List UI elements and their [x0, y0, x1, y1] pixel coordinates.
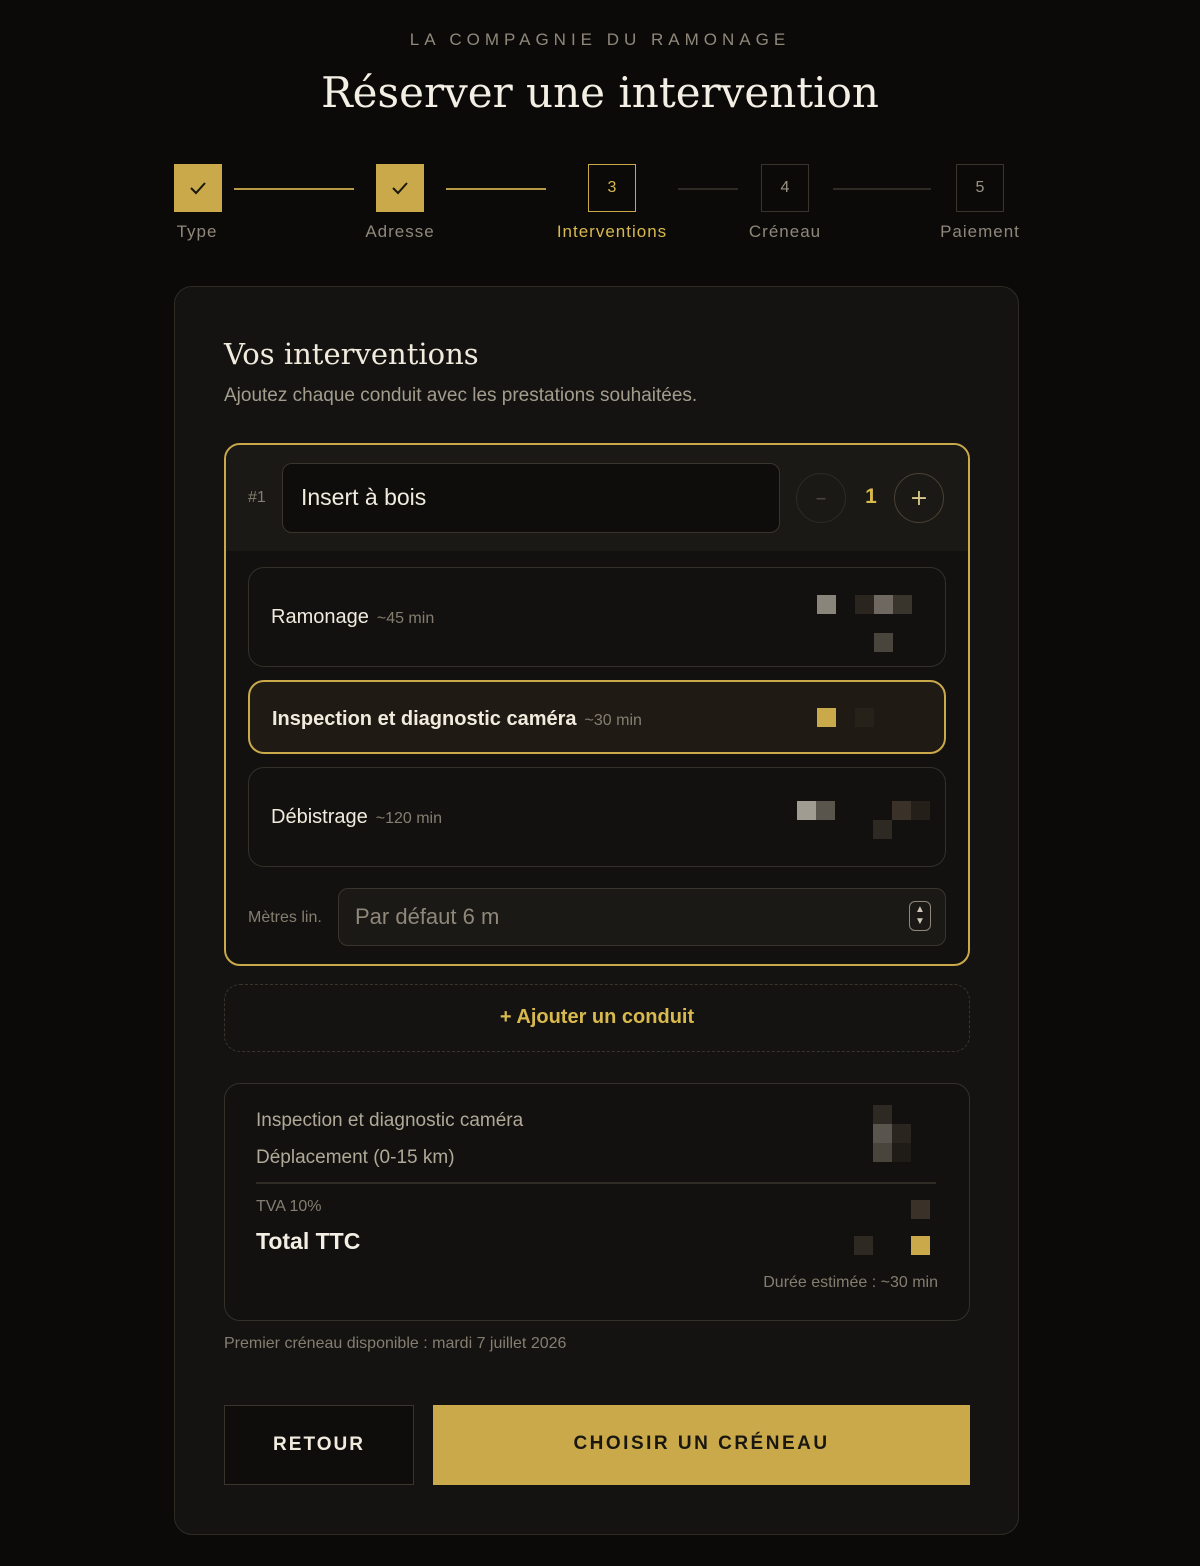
service-duration: ~30 min — [584, 712, 642, 729]
price-redacted-block — [854, 1236, 873, 1255]
price-redacted-block — [816, 801, 835, 820]
check-icon — [392, 182, 408, 195]
step-2-label: Adresse — [365, 222, 435, 241]
step-connector — [678, 188, 738, 190]
service-option-debistrage[interactable]: Débistrage ~120 min — [248, 767, 946, 867]
tva-label: TVA 10% — [256, 1198, 322, 1215]
card-subtitle: Ajoutez chaque conduit avec les prestati… — [224, 385, 698, 406]
check-icon — [190, 182, 206, 195]
service-duration: ~45 min — [376, 610, 435, 627]
total-label: Total TTC — [256, 1228, 361, 1254]
price-redacted-block — [873, 820, 892, 839]
price-redacted-block — [911, 801, 930, 820]
interventions-card: Vos interventions Ajoutez chaque conduit… — [174, 286, 1019, 1535]
service-label: Inspection et diagnostic caméra ~30 min — [272, 708, 642, 731]
step-5-label: Paiement — [940, 222, 1020, 241]
conduit-name-input[interactable]: Insert à bois — [282, 463, 780, 533]
progress-stepper: Type Adresse 3 Interventions 4 Créneau 5… — [0, 164, 1200, 254]
service-option-inspection[interactable]: Inspection et diagnostic caméra ~30 min — [248, 680, 946, 754]
price-redacted-block — [911, 1200, 930, 1219]
service-name: Ramonage — [271, 606, 369, 628]
price-redacted-block — [892, 1143, 911, 1162]
summary-divider — [256, 1182, 936, 1184]
service-name: Débistrage — [271, 806, 368, 828]
price-redacted-block — [893, 595, 912, 614]
step-1-indicator[interactable] — [174, 164, 222, 212]
step-connector — [446, 188, 546, 190]
service-label: Ramonage ~45 min — [271, 606, 434, 629]
metres-placeholder: Par défaut 6 m — [355, 904, 500, 929]
price-summary: Inspection et diagnostic caméra Déplacem… — [224, 1083, 970, 1321]
price-redacted-block — [892, 1124, 911, 1143]
chevron-up-down-icon[interactable]: ▲ ▼ — [909, 901, 931, 931]
card-title: Vos interventions — [224, 337, 479, 371]
service-duration: ~120 min — [375, 810, 442, 827]
first-available-slot: Premier créneau disponible : mardi 7 jui… — [224, 1335, 567, 1352]
back-button[interactable]: RETOUR — [224, 1405, 414, 1485]
price-redacted-block — [892, 801, 911, 820]
conduit-block: #1 Insert à bois – 1 + Ramonage ~45 min I… — [224, 443, 970, 966]
price-redacted-block — [855, 595, 874, 614]
price-redacted-block — [873, 1124, 892, 1143]
metres-label: Mètres lin. — [248, 909, 322, 926]
step-4-label: Créneau — [748, 222, 822, 241]
metres-input[interactable]: Par défaut 6 m ▲ ▼ — [338, 888, 946, 946]
price-redacted-block — [817, 708, 836, 727]
quantity-value: 1 — [865, 485, 877, 508]
price-redacted-block — [874, 595, 893, 614]
service-label: Débistrage ~120 min — [271, 806, 442, 829]
step-connector — [833, 188, 931, 190]
page-title: Réserver une intervention — [321, 68, 879, 117]
price-redacted-block — [911, 1236, 930, 1255]
increase-quantity-button[interactable]: + — [894, 473, 944, 523]
summary-line: Inspection et diagnostic caméra — [256, 1110, 524, 1131]
estimated-duration: Durée estimée : ~30 min — [763, 1274, 938, 1291]
step-3-label: Interventions — [556, 222, 668, 241]
price-redacted-block — [874, 633, 893, 652]
brand-name: LA COMPAGNIE DU RAMONAGE — [409, 30, 791, 49]
price-redacted-block — [873, 1105, 892, 1124]
service-name: Inspection et diagnostic caméra — [272, 708, 577, 730]
price-redacted-block — [817, 595, 836, 614]
step-2-indicator[interactable] — [376, 164, 424, 212]
step-1-label: Type — [176, 222, 218, 241]
conduit-number: #1 — [248, 489, 266, 506]
step-connector — [234, 188, 354, 190]
price-redacted-block — [797, 801, 816, 820]
price-redacted-block — [855, 708, 874, 727]
service-option-ramonage[interactable]: Ramonage ~45 min — [248, 567, 946, 667]
summary-line: Déplacement (0-15 km) — [256, 1147, 455, 1168]
step-3-indicator: 3 — [588, 164, 636, 212]
choose-slot-button[interactable]: CHOISIR UN CRÉNEAU — [433, 1405, 970, 1485]
add-conduit-button[interactable]: + Ajouter un conduit — [224, 984, 970, 1052]
decrease-quantity-button[interactable]: – — [796, 473, 846, 523]
step-5-indicator: 5 — [956, 164, 1004, 212]
conduit-header: #1 Insert à bois – 1 + — [226, 445, 968, 551]
step-4-indicator: 4 — [761, 164, 809, 212]
price-redacted-block — [873, 1143, 892, 1162]
